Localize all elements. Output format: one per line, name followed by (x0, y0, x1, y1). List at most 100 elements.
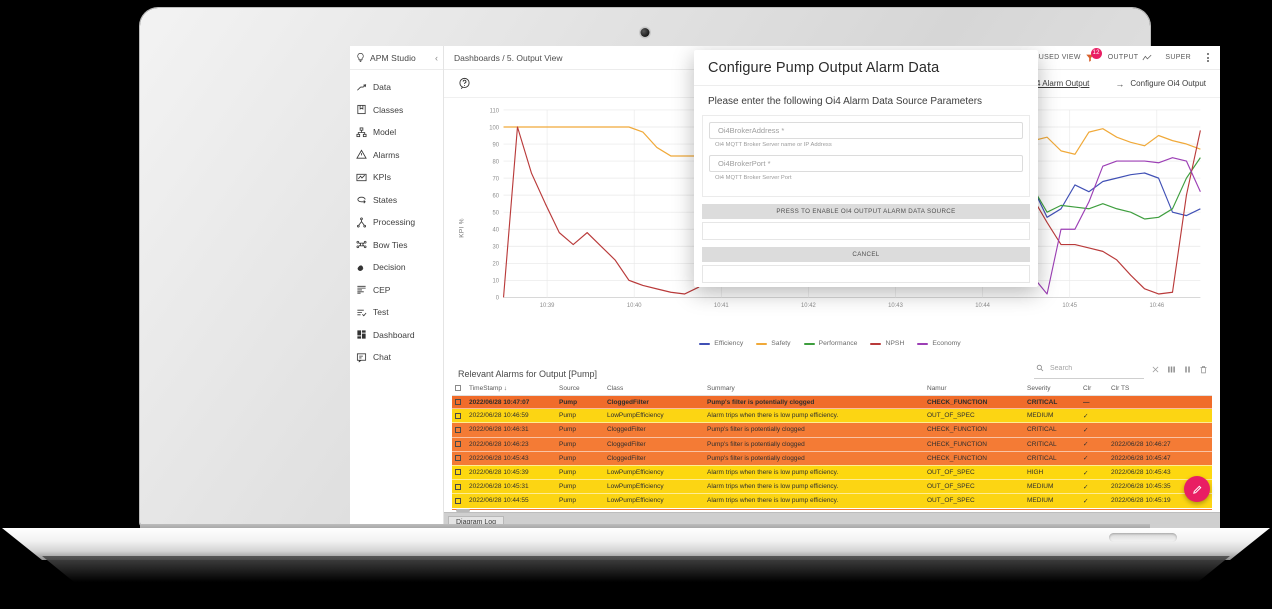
col-clr[interactable]: Clr (1080, 382, 1108, 396)
dialog-title: Configure Pump Output Alarm Data (694, 50, 1038, 86)
search-box[interactable] (1034, 359, 1144, 379)
sidebar-item-data[interactable]: Data (350, 76, 443, 99)
svg-text:10:42: 10:42 (801, 302, 816, 309)
cell-clr: ✓ (1080, 437, 1108, 452)
cell-namur: OUT_OF_SPEC (924, 465, 1024, 481)
col-namur[interactable]: Namur (924, 382, 1024, 396)
col-timestamp[interactable]: TimeStamp ↓ (466, 382, 556, 396)
cell-clr: — (1080, 395, 1108, 410)
more-vertical-icon[interactable] (1204, 51, 1212, 64)
cell-class: LowPumpEfficiency (604, 408, 704, 424)
row-select-cell[interactable] (452, 437, 466, 452)
table-row[interactable]: 2022/06/28 10:44:55 Pump LowPumpEfficiency… (452, 493, 1212, 509)
dialog-subtitle: Please enter the following Oi4 Alarm Dat… (708, 96, 983, 107)
topbar-chip-label: OUTPUT (1107, 54, 1139, 61)
sidebar-item-label: Processing (373, 217, 416, 228)
cell-namur: OUT_OF_SPEC (924, 408, 1024, 424)
sidebar-item-chat[interactable]: Chat (350, 346, 443, 369)
apm-studio-app: APM Studio ‹ Data Classes Model Alarms K… (350, 46, 1220, 528)
table-row[interactable]: 2022/06/28 10:45:31 Pump LowPumpEfficiency… (452, 479, 1212, 495)
cell-namur: OUT_OF_SPEC (924, 493, 1024, 509)
col-source[interactable]: Source (556, 382, 604, 396)
svg-text:10:44: 10:44 (975, 302, 990, 309)
row-checkbox[interactable] (455, 497, 461, 504)
oi4-broker-port-input[interactable] (716, 158, 1016, 169)
clear-x-icon[interactable] (1151, 365, 1160, 374)
enable-oi4-output-alarm-button[interactable]: PRESS TO ENABLE OI4 OUTPUT ALARM DATA SO… (702, 204, 1030, 219)
laptop-lid: APM Studio ‹ Data Classes Model Alarms K… (140, 8, 1220, 528)
row-checkbox[interactable] (455, 455, 461, 462)
legend-swatch (917, 342, 929, 345)
edit-fab-button[interactable] (1184, 476, 1210, 502)
cell-summary: Alarm trips when there is low pump effic… (704, 493, 924, 509)
alarms-panel: Relevant Alarms for Output [Pump] Search… (444, 353, 1220, 512)
oi4-broker-address-field[interactable] (709, 122, 1023, 139)
sidebar-item-label: Classes (373, 104, 404, 115)
table-row[interactable]: 2022/06/28 10:46:23 Pump CloggedFilter Pump… (452, 437, 1212, 452)
row-checkbox[interactable] (455, 426, 461, 433)
select-all-header[interactable] (452, 382, 466, 396)
table-row[interactable]: 2022/06/28 10:45:43 Pump CloggedFilter Pump… (452, 451, 1212, 466)
sidebar-item-processing[interactable]: Processing (350, 211, 443, 234)
row-checkbox[interactable] (455, 469, 461, 476)
col-summary[interactable]: Summary (704, 382, 924, 396)
search-input[interactable] (1048, 363, 1142, 373)
chevron-left-icon[interactable]: ‹ (435, 53, 438, 63)
row-checkbox[interactable] (455, 483, 461, 490)
sidebar-item-decision[interactable]: Decision (350, 256, 443, 279)
cell-clr-ts (1108, 408, 1212, 424)
row-select-cell[interactable] (452, 408, 466, 424)
topbar-chip-super[interactable]: SUPER (1165, 54, 1191, 61)
cancel-button[interactable]: CANCEL (702, 247, 1030, 262)
sidebar-item-dashboard[interactable]: Dashboard (350, 324, 443, 347)
row-checkbox[interactable] (455, 398, 461, 405)
alarm-warning-icon (356, 149, 367, 160)
trash-icon[interactable] (1199, 365, 1208, 374)
sidebar-item-label: Bow Ties (373, 239, 408, 250)
columns-icon[interactable] (1167, 365, 1176, 374)
sidebar-item-states[interactable]: States (350, 189, 443, 212)
col-clr-ts[interactable]: Clr TS (1108, 382, 1212, 396)
table-row[interactable]: 2022/06/28 10:46:59 Pump LowPumpEfficiency… (452, 408, 1212, 424)
sidebar-item-cep[interactable]: CEP (350, 279, 443, 302)
row-select-cell[interactable] (452, 422, 466, 438)
row-checkbox[interactable] (455, 440, 461, 447)
col-class[interactable]: Class (604, 382, 704, 396)
sidebar-item-model[interactable]: Model (350, 121, 443, 144)
sidebar-item-alarms[interactable]: Alarms (350, 144, 443, 167)
sidebar-item-label: Dashboard (373, 329, 415, 340)
sidebar-item-classes[interactable]: Classes (350, 99, 443, 122)
legend-item-economy[interactable]: Economy (917, 340, 961, 347)
sidebar-item-bow-ties[interactable]: Bow Ties (350, 234, 443, 257)
row-select-cell[interactable] (452, 465, 466, 481)
legend-item-npsh[interactable]: NPSH (870, 340, 904, 347)
table-row[interactable]: 2022/06/28 10:47:07 Pump CloggedFilter Pump… (452, 395, 1212, 410)
table-row[interactable]: 2022/06/28 10:46:31 Pump CloggedFilter Pump… (452, 422, 1212, 438)
row-select-cell[interactable] (452, 493, 466, 509)
row-select-cell[interactable] (452, 395, 466, 410)
svg-text:10:46: 10:46 (1149, 302, 1164, 309)
oi4-broker-address-input[interactable] (716, 125, 1016, 136)
cell-clr: ✓ (1080, 422, 1108, 438)
oi4-broker-port-field[interactable] (709, 155, 1023, 172)
row-select-cell[interactable] (452, 479, 466, 495)
select-all-checkbox[interactable] (455, 385, 461, 392)
pause-icon[interactable] (1183, 365, 1192, 374)
row-checkbox[interactable] (455, 412, 461, 419)
sidebar-item-label: States (373, 194, 398, 205)
legend-item-safety[interactable]: Safety (756, 340, 791, 347)
topbar-chip-output[interactable]: OUTPUT (1108, 53, 1153, 63)
table-row[interactable]: 2022/06/28 10:45:39 Pump LowPumpEfficiency… (452, 465, 1212, 481)
legend-item-efficiency[interactable]: Efficiency (699, 340, 743, 347)
sidebar-item-test[interactable]: Test (350, 301, 443, 324)
cell-severity: HIGH (1024, 465, 1080, 481)
configure-oi4-output-link[interactable]: → Configure Oi4 Output (1115, 79, 1206, 89)
cell-source: Pump (556, 451, 604, 466)
svg-text:0: 0 (496, 295, 500, 302)
legend-item-performance[interactable]: Performance (803, 340, 857, 347)
alarms-title: Relevant Alarms for Output [Pump] (458, 369, 598, 379)
help-circle-icon[interactable] (458, 77, 471, 90)
sidebar-item-kpis[interactable]: KPIs (350, 166, 443, 189)
col-severity[interactable]: Severity (1024, 382, 1080, 396)
row-select-cell[interactable] (452, 451, 466, 466)
